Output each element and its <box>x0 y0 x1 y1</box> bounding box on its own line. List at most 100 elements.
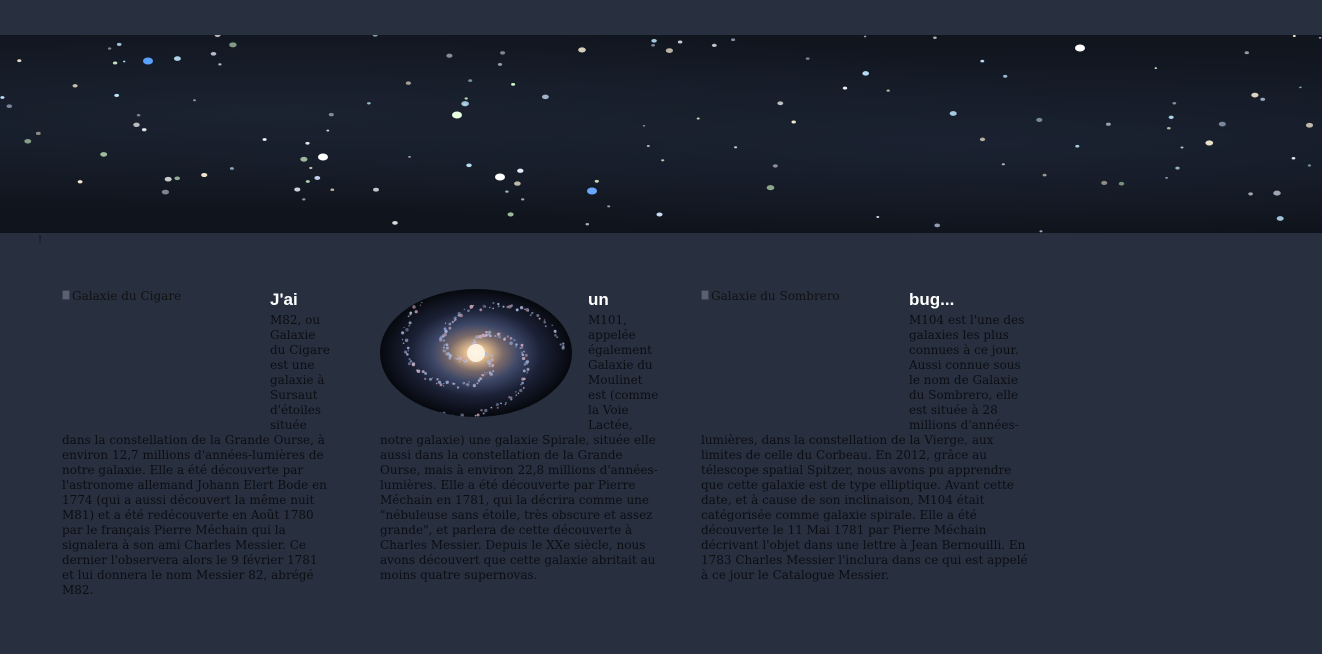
star <box>1001 163 1005 166</box>
broken-image-icon <box>62 290 70 300</box>
galaxy-star <box>482 412 485 415</box>
galaxy-star <box>492 307 494 310</box>
galaxy-star <box>473 385 475 387</box>
galaxy-star <box>476 413 480 417</box>
galaxy-star <box>424 377 427 381</box>
star <box>1003 74 1008 78</box>
galaxy-star <box>515 345 517 348</box>
galaxy-star <box>551 324 553 327</box>
galaxy-star <box>443 332 447 337</box>
star <box>886 89 890 92</box>
galaxy-star <box>457 354 459 357</box>
galaxy-star <box>543 319 546 321</box>
galaxy-star <box>406 353 409 356</box>
star <box>1299 86 1302 89</box>
galaxy-star <box>409 360 413 363</box>
article-m101: un M101, appelée également Galaxie du Mo… <box>380 289 660 583</box>
star <box>607 205 611 208</box>
star <box>642 124 646 127</box>
galaxy-star <box>404 338 409 343</box>
star <box>1205 140 1214 146</box>
galaxy-star <box>405 328 409 332</box>
galaxy-star <box>519 388 523 393</box>
star <box>651 38 657 43</box>
galaxy-star <box>509 336 513 340</box>
star <box>328 112 334 117</box>
star <box>661 159 665 162</box>
stars-layer <box>0 35 1322 233</box>
star <box>521 198 525 201</box>
galaxy-star <box>497 305 500 308</box>
star <box>1292 35 1296 37</box>
galaxy-star <box>559 343 562 346</box>
galaxy-star <box>424 295 426 298</box>
star <box>461 101 469 107</box>
star <box>505 190 509 193</box>
galaxy-star <box>435 382 438 385</box>
galaxy-star <box>515 343 518 346</box>
star <box>210 51 217 56</box>
star <box>646 144 650 148</box>
star <box>193 99 196 102</box>
sombrero-galaxy-image: Galaxie du Sombrero <box>701 289 909 419</box>
galaxy-star <box>405 351 407 354</box>
galaxy-star <box>408 324 411 327</box>
galaxy-star <box>452 414 454 416</box>
galaxy-star <box>485 330 488 334</box>
star <box>114 93 120 97</box>
galaxy-star <box>421 301 423 304</box>
galaxy-star <box>484 374 486 376</box>
star <box>1118 181 1125 186</box>
star <box>934 223 941 228</box>
galaxy-star <box>444 322 447 324</box>
galaxy-star <box>521 353 525 357</box>
galaxy-star <box>522 386 525 389</box>
galaxy-star <box>486 372 488 374</box>
star <box>772 164 778 168</box>
star <box>511 83 516 86</box>
galaxy-star <box>490 406 493 409</box>
galaxy-star <box>468 381 470 383</box>
star <box>408 155 411 158</box>
star <box>294 187 301 192</box>
star <box>696 117 700 120</box>
galaxy-star <box>523 350 525 353</box>
star <box>766 185 775 191</box>
galaxy-star <box>476 382 479 385</box>
star <box>1042 173 1047 177</box>
star <box>446 53 453 58</box>
star <box>979 137 986 142</box>
star <box>1318 36 1322 39</box>
star <box>500 51 506 55</box>
star <box>262 138 267 141</box>
galaxy-star <box>427 294 430 298</box>
bright-star <box>495 173 505 181</box>
galaxy-star <box>445 343 449 346</box>
star <box>35 131 41 135</box>
star <box>305 141 310 145</box>
galaxy-star <box>499 332 501 334</box>
star <box>863 35 867 38</box>
galaxy-star <box>492 370 494 372</box>
pinwheel-galaxy-image <box>380 289 588 419</box>
galaxy-star <box>402 342 405 344</box>
star <box>734 146 738 149</box>
star <box>1218 121 1226 127</box>
galaxy-star <box>519 306 524 310</box>
star <box>507 212 514 217</box>
star <box>405 81 412 85</box>
galaxy-star <box>504 401 508 405</box>
galaxy-star <box>462 381 465 385</box>
star <box>1248 192 1253 196</box>
galaxy-star <box>520 383 522 386</box>
galaxy-star <box>462 355 465 358</box>
galaxy-star <box>406 346 410 350</box>
galaxy-star <box>407 350 409 352</box>
star <box>1307 164 1312 167</box>
galaxy-star <box>536 314 540 317</box>
star <box>218 63 222 66</box>
galaxy-star <box>490 360 492 363</box>
star <box>517 168 524 173</box>
galaxy-star <box>510 398 513 401</box>
galaxy-star <box>491 363 495 367</box>
